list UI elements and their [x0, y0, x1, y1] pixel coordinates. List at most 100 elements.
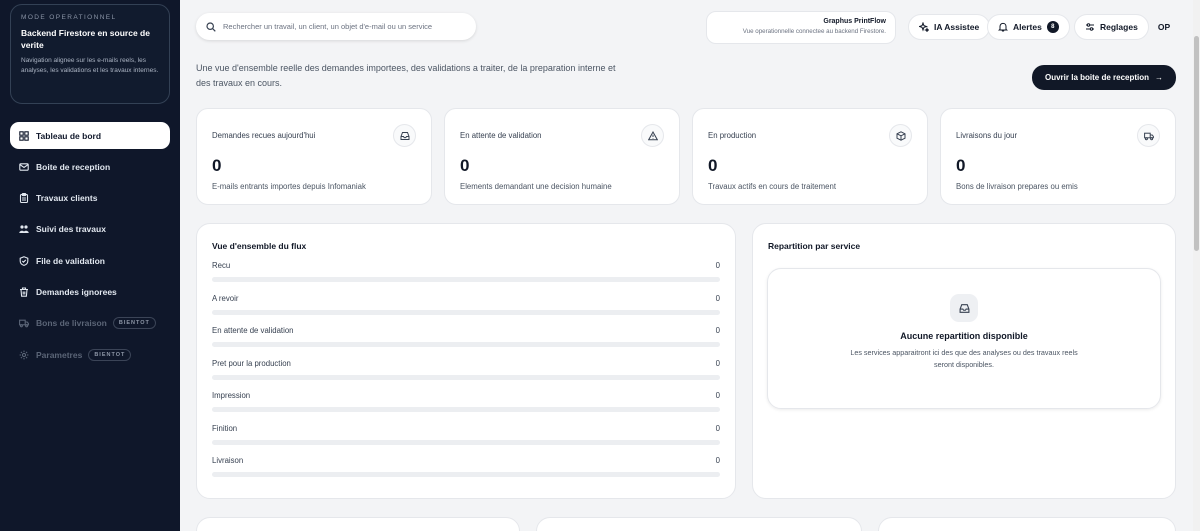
service-title: Repartition par service — [768, 241, 861, 251]
ai-assist-button[interactable]: IA Assistee — [908, 14, 991, 40]
flow-progress-bar — [212, 472, 720, 477]
sidebar-item-label: Demandes ignorees — [36, 286, 117, 297]
stat-value: 0 — [460, 156, 470, 175]
settings-label: Reglages — [1100, 22, 1138, 32]
empty-state-description: Les services apparaitront ici des que de… — [850, 348, 1078, 369]
empty-state-title: Aucune repartition disponible — [900, 331, 1028, 341]
sidebar-item-client-jobs[interactable]: Travaux clients — [10, 185, 170, 212]
mode-card: MODE OPERATIONNEL Backend Firestore en s… — [10, 4, 170, 104]
sidebar-item-delivery-notes[interactable]: Bons de livraison BIENTOT — [10, 310, 170, 337]
stat-description: Travaux actifs en cours de traitement — [708, 182, 836, 191]
truck-icon — [1137, 124, 1160, 147]
coming-soon-badge: BIENTOT — [88, 348, 132, 361]
bottom-card — [536, 517, 862, 531]
search-bar[interactable] — [196, 13, 476, 40]
flow-row-label: En attente de validation — [212, 326, 294, 335]
flow-progress-bar — [212, 342, 720, 347]
stat-description: Elements demandant une decision humaine — [460, 182, 612, 191]
flow-progress-bar — [212, 407, 720, 412]
flow-row-label: Recu — [212, 261, 231, 270]
flow-progress-bar — [212, 309, 720, 315]
alerts-label: Alertes — [1013, 22, 1042, 32]
alerts-button[interactable]: Alertes 8 — [987, 14, 1070, 40]
truck-icon — [19, 318, 29, 328]
inbox-icon — [393, 124, 416, 147]
sidebar-item-label: Travaux clients — [36, 193, 98, 204]
search-input[interactable] — [223, 22, 463, 31]
flow-row: Livraison 0 — [212, 456, 720, 489]
bottom-card — [196, 517, 520, 531]
sidebar-item-label: Boite de reception — [36, 161, 111, 172]
stat-card-in-production: En production 0 Travaux actifs en cours … — [692, 108, 928, 205]
avatar[interactable]: OP — [1152, 14, 1176, 40]
brand-name: Graphus PrintFlow — [823, 18, 886, 25]
flow-row-label: Impression — [212, 391, 251, 400]
scrollbar-thumb[interactable] — [1194, 36, 1199, 251]
sidebar-item-ignored-requests[interactable]: Demandes ignorees — [10, 278, 170, 305]
sidebar-item-settings[interactable]: Parametres BIENTOT — [10, 341, 170, 368]
mode-eyebrow: MODE OPERATIONNEL — [21, 14, 117, 21]
settings-button[interactable]: Reglages — [1074, 14, 1149, 40]
stat-label: En attente de validation — [460, 131, 542, 140]
stat-card-received-today: Demandes recues aujourd'hui 0 E-mails en… — [196, 108, 432, 205]
sidebar-item-dashboard[interactable]: Tableau de bord — [10, 122, 170, 149]
stat-description: Bons de livraison prepares ou emis — [956, 182, 1078, 191]
flow-overview-card: Vue d'ensemble du flux Recu 0 A revoir 0 E… — [196, 223, 736, 499]
flow-row-value: 0 — [715, 456, 720, 465]
stat-description: E-mails entrants importes depuis Infoman… — [212, 182, 366, 191]
flow-row-value: 0 — [715, 358, 720, 368]
open-inbox-button[interactable]: Ouvrir la boite de reception → — [1032, 65, 1176, 90]
flow-row: Pret pour la production 0 — [212, 359, 720, 392]
shield-icon — [19, 255, 29, 266]
flow-row: Recu 0 — [212, 261, 720, 294]
bell-icon — [998, 22, 1008, 32]
flow-row-value: 0 — [715, 423, 720, 433]
coming-soon-badge: BIENTOT — [112, 317, 156, 330]
sidebar-item-label: Tableau de bord — [36, 130, 102, 141]
ai-assist-label: IA Assistee — [934, 22, 980, 32]
page-intro: Une vue d'ensemble reelle des demandes i… — [196, 63, 616, 88]
mode-title: Backend Firestore en source de verite — [21, 28, 150, 50]
flow-rows: Recu 0 A revoir 0 En attente de validation… — [212, 261, 720, 489]
flow-row-label: A revoir — [212, 293, 239, 303]
flow-row: Finition 0 — [212, 424, 720, 457]
stat-value: 0 — [956, 156, 966, 175]
users-icon — [19, 224, 29, 234]
trash-icon — [19, 287, 29, 297]
sidebar-item-inbox[interactable]: Boite de reception — [10, 153, 170, 180]
sidebar-item-label: Parametres — [36, 349, 83, 360]
stat-value: 0 — [212, 156, 222, 175]
stat-label: Livraisons du jour — [956, 131, 1018, 140]
dashboard-icon — [19, 130, 29, 141]
flow-progress-bar — [212, 374, 720, 380]
stat-label: En production — [708, 131, 757, 140]
flow-row-label: Finition — [212, 423, 238, 433]
inbox-icon — [950, 294, 978, 322]
flow-row: En attente de validation 0 — [212, 326, 720, 359]
sidebar-item-label: File de validation — [36, 255, 105, 266]
sidebar-nav: Tableau de bord Boite de reception Trava… — [10, 122, 170, 372]
service-breakdown-card: Repartition par service Aucune repartiti… — [752, 223, 1176, 499]
flow-progress-bar — [212, 439, 720, 445]
clipboard-icon — [19, 193, 29, 204]
sidebar-item-validation-queue[interactable]: File de validation — [10, 247, 170, 274]
flow-row-value: 0 — [715, 261, 720, 270]
flow-row-label: Pret pour la production — [212, 358, 291, 368]
sliders-icon — [1086, 23, 1094, 31]
empty-state: Aucune repartition disponible Les servic… — [767, 268, 1161, 409]
search-icon — [206, 21, 216, 32]
sidebar-item-label: Bons de livraison — [36, 318, 107, 329]
gear-icon — [19, 350, 29, 360]
brand-card: Graphus PrintFlow Vue operationnelle con… — [706, 11, 896, 44]
sparkles-icon — [919, 22, 929, 32]
flow-row-label: Livraison — [212, 456, 244, 465]
warning-icon — [641, 124, 664, 147]
flow-row-value: 0 — [715, 326, 720, 335]
sidebar-item-label: Suivi des travaux — [36, 224, 106, 235]
stat-value: 0 — [708, 156, 718, 175]
flow-progress-bar — [212, 277, 720, 282]
box-icon — [889, 124, 912, 147]
arrow-right-icon: → — [1155, 73, 1164, 82]
sidebar-item-job-tracking[interactable]: Suivi des travaux — [10, 216, 170, 243]
stat-card-pending-validation: En attente de validation 0 Elements dema… — [444, 108, 680, 205]
